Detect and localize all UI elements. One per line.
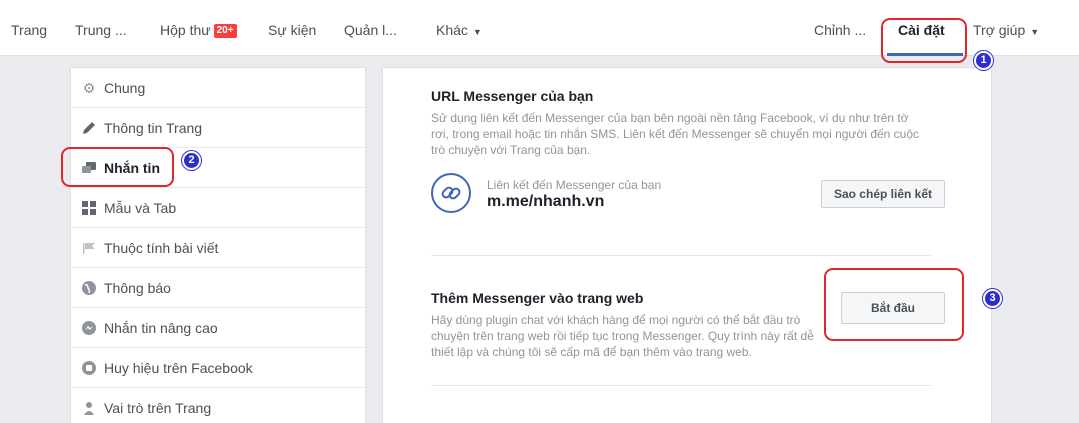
sidebar-item-label: Thông báo xyxy=(104,280,171,296)
messenger-link-url[interactable]: m.me/nhanh.vn xyxy=(487,193,604,211)
messenger-url-description: Sử dụng liên kết đến Messenger của bạn b… xyxy=(431,111,920,157)
nav-tab-inbox[interactable]: Hộp thư 20+ xyxy=(160,22,237,38)
pencil-icon xyxy=(81,120,97,136)
link-icon xyxy=(431,173,471,213)
settings-sidebar: ⚙ Chung Thông tin Trang Nhắn tin Mẫu và … xyxy=(70,67,366,423)
sidebar-item-page-roles[interactable]: Vai trò trên Trang xyxy=(71,388,365,423)
sidebar-item-label: Huy hiệu trên Facebook xyxy=(104,360,253,376)
nav-tab-more[interactable]: Khác ▼ xyxy=(436,22,482,38)
inbox-count-badge: 20+ xyxy=(213,24,237,38)
add-messenger-website-title: Thêm Messenger vào trang web xyxy=(431,290,644,306)
caret-down-icon: ▼ xyxy=(1030,27,1040,37)
annotation-box-settings xyxy=(881,18,967,63)
sidebar-item-general[interactable]: ⚙ Chung xyxy=(71,68,365,108)
sidebar-item-page-info[interactable]: Thông tin Trang xyxy=(71,108,365,148)
annotation-number-3: 3 xyxy=(983,289,1002,308)
grid-icon xyxy=(81,200,97,216)
sidebar-item-label: Mẫu và Tab xyxy=(104,200,177,216)
sidebar-item-label: Chung xyxy=(104,80,146,96)
section-divider xyxy=(431,385,931,386)
copy-link-button[interactable]: Sao chép liên kết xyxy=(821,180,945,208)
annotation-box-messaging xyxy=(61,147,174,187)
sidebar-item-facebook-badges[interactable]: Huy hiệu trên Facebook xyxy=(71,348,365,388)
section-divider xyxy=(431,255,931,256)
messenger-link-caption: Liên kết đến Messenger của bạn xyxy=(487,178,662,192)
badge-icon xyxy=(81,360,97,376)
caret-down-icon: ▼ xyxy=(472,27,482,37)
nav-tab-page[interactable]: Trang xyxy=(11,22,47,38)
nav-tab-events[interactable]: Sự kiện xyxy=(268,22,316,38)
sidebar-item-post-attribution[interactable]: Thuộc tính bài viết xyxy=(71,228,365,268)
nav-tab-help[interactable]: Trợ giúp ▼ xyxy=(973,22,1039,38)
nav-tab-help-label: Trợ giúp xyxy=(973,22,1026,38)
messenger-icon xyxy=(81,320,97,336)
nav-tab-inbox-label: Hộp thư xyxy=(160,22,211,38)
annotation-number-2: 2 xyxy=(182,151,201,170)
sidebar-item-label: Thuộc tính bài viết xyxy=(104,240,219,256)
nav-tab-more-label: Khác xyxy=(436,22,468,38)
nav-tab-manage[interactable]: Quản l... xyxy=(344,22,397,38)
sidebar-item-label: Thông tin Trang xyxy=(104,120,203,136)
person-icon xyxy=(81,400,97,416)
messenger-url-title: URL Messenger của bạn xyxy=(431,88,594,104)
sidebar-item-label: Vai trò trên Trang xyxy=(104,400,212,416)
nav-tab-edit[interactable]: Chỉnh ... xyxy=(814,22,866,38)
sidebar-item-notifications[interactable]: Thông báo xyxy=(71,268,365,308)
annotation-number-1: 1 xyxy=(974,51,993,70)
annotation-box-get-started xyxy=(824,268,964,341)
sidebar-item-label: Nhắn tin nâng cao xyxy=(104,320,218,336)
sidebar-item-advanced-messaging[interactable]: Nhắn tin nâng cao xyxy=(71,308,365,348)
nav-tab-center[interactable]: Trung ... xyxy=(75,22,127,38)
messaging-settings-panel: URL Messenger của bạn Sử dụng liên kết đ… xyxy=(382,67,992,423)
globe-icon xyxy=(81,280,97,296)
add-messenger-website-description: Hãy dùng plugin chat với khách hàng để m… xyxy=(431,313,814,359)
flag-icon xyxy=(81,240,97,256)
gear-icon: ⚙ xyxy=(82,80,96,96)
sidebar-item-templates-tabs[interactable]: Mẫu và Tab xyxy=(71,188,365,228)
